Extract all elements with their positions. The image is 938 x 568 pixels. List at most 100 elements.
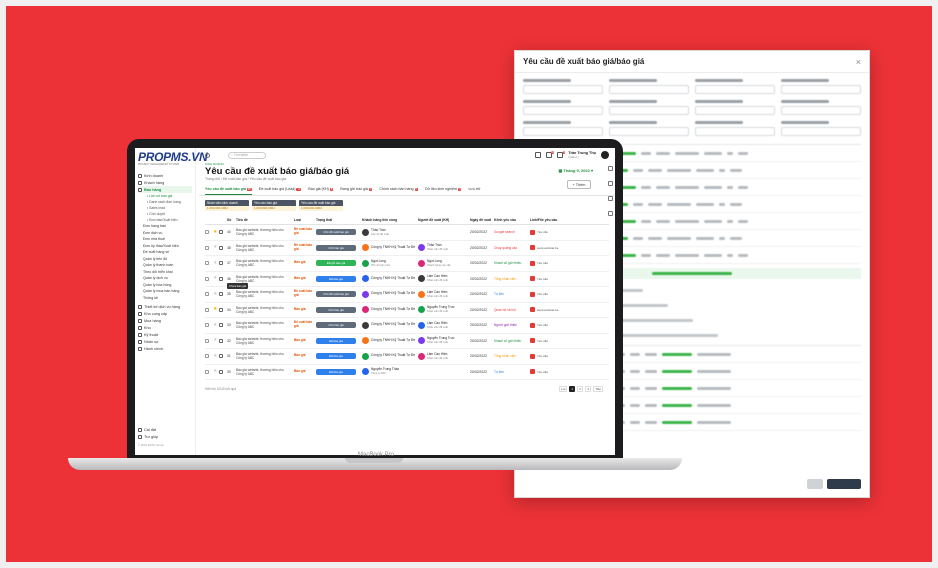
row-checkbox[interactable]: [205, 276, 213, 281]
row-title[interactable]: Báo giá website, thương hiệu cho Công ty…: [236, 368, 294, 376]
row-link[interactable]: www.website.be: [530, 307, 570, 313]
row-checkbox[interactable]: [205, 354, 213, 359]
field-input[interactable]: [781, 106, 861, 115]
rail-plus-icon[interactable]: [608, 181, 613, 186]
star-icon[interactable]: ★: [213, 353, 217, 359]
status-badge[interactable]: Chờ đề xuất báo giá: [316, 229, 356, 236]
field-input[interactable]: [695, 85, 775, 94]
table-row[interactable]: ★ 34 Báo giá website, thương hiệu cho Công…: [205, 303, 609, 318]
row-title[interactable]: Báo giá website, thương hiệu cho Công ty…: [236, 290, 294, 298]
table-row[interactable]: ★ 30 Báo giá website, thương hiệu cho Công…: [205, 365, 609, 380]
sidebar-item[interactable]: Báo hàng: [138, 186, 192, 193]
star-icon[interactable]: ★: [213, 307, 217, 312]
avatar[interactable]: [601, 151, 609, 159]
checkbox[interactable]: [205, 276, 209, 281]
row-title[interactable]: Báo giá website, thương hiệu cho Công ty…: [236, 259, 294, 267]
checkbox[interactable]: [205, 354, 209, 359]
sidebar-link[interactable]: Thống kê: [138, 295, 192, 302]
edit-icon[interactable]: [218, 369, 223, 374]
status-badge[interactable]: Đã báo giá: [316, 368, 356, 375]
column-header[interactable]: Ngày đề xuất: [470, 218, 494, 222]
row-checkbox[interactable]: [205, 230, 213, 235]
filter-chip[interactable]: Nhân viên kinh doanh 1,000,000,0004: [205, 200, 249, 211]
star-icon[interactable]: ★: [213, 245, 217, 250]
row-checkbox[interactable]: [205, 245, 213, 250]
column-header[interactable]: Số: [227, 218, 236, 222]
column-header[interactable]: Link/File yêu cầu: [530, 218, 570, 222]
status-badge[interactable]: Đã gửi báo giá: [316, 260, 356, 267]
sidebar-item-settings[interactable]: Cài đặt: [138, 426, 164, 433]
row-title[interactable]: Báo giá website, thương hiệu cho Công ty…: [236, 244, 294, 252]
sidebar-item[interactable]: Kinh doanh: [138, 172, 192, 179]
page-button[interactable]: Lùi: [559, 386, 568, 392]
row-title[interactable]: Báo giá website, thương hiệu cho Công ty…: [236, 275, 294, 283]
tab[interactable]: Đề xuất báo giá (Lead) 12: [259, 187, 302, 195]
column-header[interactable]: Người đề xuất (KH): [418, 218, 470, 222]
row-checkbox[interactable]: [205, 323, 213, 328]
star-icon[interactable]: ★: [213, 369, 217, 374]
edit-icon[interactable]: [218, 276, 223, 281]
tab[interactable]: Dữ liệu kinh nghiệm 4: [425, 187, 462, 195]
sidebar-group[interactable]: Thiết kế dịch vụ hàng: [138, 303, 192, 310]
search-input[interactable]: ⌕ Tìm kiếm: [228, 151, 266, 159]
field-input[interactable]: [781, 127, 861, 136]
row-checkbox[interactable]: [205, 292, 213, 297]
row-checkbox[interactable]: [205, 369, 213, 374]
star-icon[interactable]: ★: [213, 276, 217, 281]
row-checkbox[interactable]: [205, 338, 213, 343]
field-input[interactable]: [523, 127, 603, 136]
checkbox[interactable]: [205, 307, 209, 312]
checkbox[interactable]: [205, 230, 209, 235]
checkbox[interactable]: [205, 338, 209, 343]
user-info[interactable]: Trần Trung Thọ Quản lý: [568, 151, 596, 159]
field-input[interactable]: [781, 85, 861, 94]
tab[interactable]: Chính sách bán hàng 6: [379, 187, 418, 195]
field-input[interactable]: [609, 85, 689, 94]
page-button[interactable]: 1: [569, 386, 576, 392]
edit-icon[interactable]: [218, 292, 223, 297]
field-input[interactable]: [523, 106, 603, 115]
edit-icon[interactable]: [218, 245, 223, 250]
edit-icon[interactable]: [218, 261, 223, 266]
row-link[interactable]: Yêu cầu: [530, 291, 570, 297]
row-link[interactable]: Yêu cầu: [530, 338, 570, 344]
field-input[interactable]: [523, 85, 603, 94]
rail-filter-icon[interactable]: [608, 196, 613, 201]
column-header[interactable]: Kênh yêu cầu: [494, 218, 530, 222]
tab[interactable]: Yêu cầu đề xuất báo giá 10: [205, 187, 252, 195]
star-icon[interactable]: ★: [213, 229, 217, 235]
page-button[interactable]: 3: [585, 386, 592, 392]
row-checkbox[interactable]: [205, 307, 213, 312]
status-badge[interactable]: Chờ báo giá: [316, 322, 356, 329]
row-link[interactable]: Yêu cầu: [530, 260, 570, 266]
status-badge[interactable]: Đã báo giá: [316, 353, 356, 360]
status-badge[interactable]: Chờ đề xuất báo giá: [316, 291, 356, 298]
sidebar-group[interactable]: Hành chính: [138, 345, 192, 352]
row-title[interactable]: Báo giá website, thương hiệu cho Công ty…: [236, 337, 294, 345]
star-icon[interactable]: ★: [213, 322, 217, 328]
modal-cancel-button[interactable]: [807, 479, 823, 489]
bell-icon[interactable]: 10: [546, 151, 555, 158]
add-button[interactable]: + Thêm: [567, 180, 591, 189]
column-header[interactable]: Loại: [294, 218, 316, 222]
row-link[interactable]: www.website.be: [530, 245, 570, 251]
row-checkbox[interactable]: [205, 261, 213, 266]
sidebar-group[interactable]: Nhân sự: [138, 338, 192, 345]
column-header[interactable]: Tiêu đề: [236, 218, 294, 222]
table-row[interactable]: ★ 35 Báo giá website, thương hiệu cho Công…: [205, 287, 609, 303]
sidebar-group[interactable]: Kho cung cấp: [138, 310, 192, 317]
edit-icon[interactable]: [218, 338, 223, 343]
tab[interactable]: Lưu trữ: [468, 187, 480, 195]
close-icon[interactable]: ×: [856, 57, 861, 67]
edit-icon[interactable]: [218, 354, 223, 359]
tab[interactable]: Báo giá (KH) 8: [308, 187, 334, 195]
tab[interactable]: Đang gửi báo giá 3: [340, 187, 373, 195]
row-title[interactable]: Báo giá website, thương hiệu cho Công ty…: [236, 321, 294, 329]
status-badge[interactable]: Đã báo giá: [316, 337, 356, 344]
row-title[interactable]: Báo giá website, thương hiệu cho Công ty…: [236, 228, 294, 236]
edit-icon[interactable]: [218, 230, 223, 235]
filter-chip[interactable]: Yêu cầu đề xuất báo giá 1,000,000,0004: [299, 200, 343, 211]
sidebar-group[interactable]: Kỹ thuật: [138, 331, 192, 338]
table-row[interactable]: ★ 36 Báo giá website, thương hiệu cho Công…: [205, 272, 609, 287]
row-link[interactable]: Yêu cầu: [530, 353, 570, 359]
